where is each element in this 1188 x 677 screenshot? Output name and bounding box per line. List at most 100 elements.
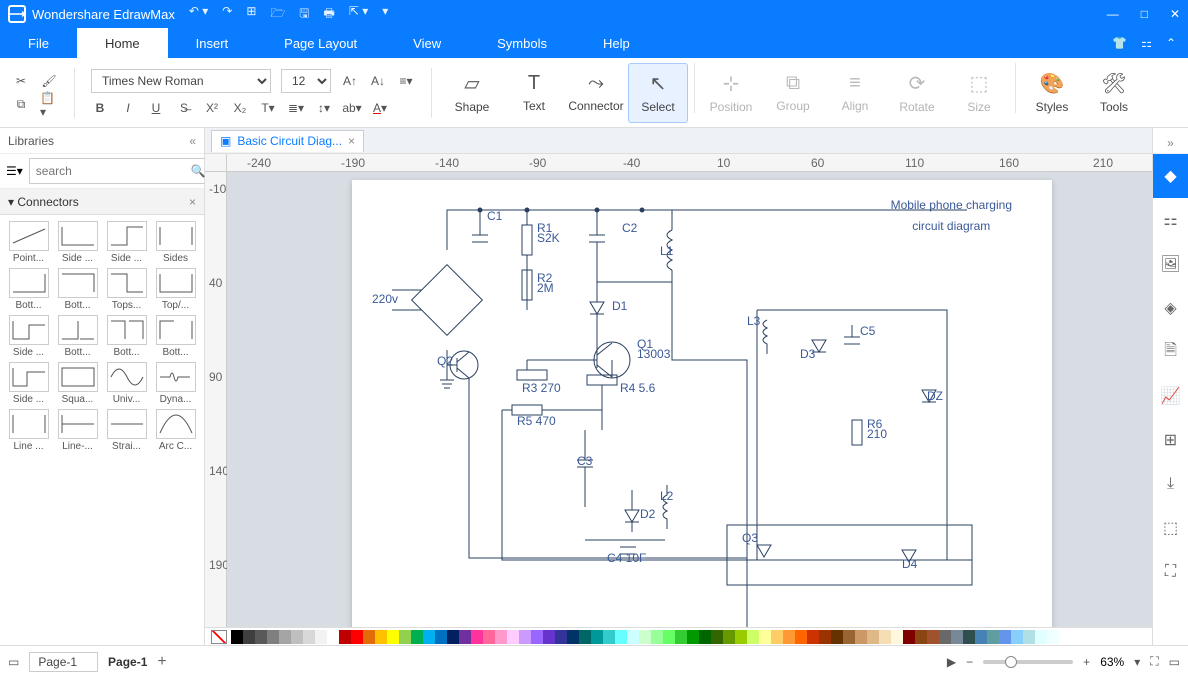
color-swatch[interactable] (807, 630, 819, 644)
menu-home[interactable]: Home (77, 28, 168, 58)
clear-format-icon[interactable]: ab▾ (343, 99, 361, 117)
line-spacing-icon[interactable]: ↕▾ (315, 99, 333, 117)
color-swatch[interactable] (855, 630, 867, 644)
color-swatch[interactable] (831, 630, 843, 644)
theme-icon[interactable]: ◆ (1153, 154, 1188, 198)
color-swatch[interactable] (447, 630, 459, 644)
color-swatch[interactable] (867, 630, 879, 644)
color-swatch[interactable] (339, 630, 351, 644)
zoom-slider[interactable] (983, 660, 1073, 664)
color-swatch[interactable] (279, 630, 291, 644)
color-swatch[interactable] (531, 630, 543, 644)
menu-view[interactable]: View (385, 28, 469, 58)
search-icon[interactable]: 🔍 (191, 164, 206, 178)
shape-item[interactable]: Univ... (104, 362, 149, 405)
canvas[interactable]: Mobile phone chargingcircuit diagram (227, 172, 1152, 627)
undo-icon[interactable]: ↶ ▾ (189, 4, 208, 25)
page-tab[interactable]: Page-1 (108, 655, 147, 669)
open-icon[interactable]: 🗁 (270, 4, 285, 25)
color-swatch[interactable] (423, 630, 435, 644)
color-swatch[interactable] (963, 630, 975, 644)
color-swatch[interactable] (975, 630, 987, 644)
bold-icon[interactable]: B (91, 99, 109, 117)
export2-icon[interactable]: ⤓ (1153, 462, 1188, 506)
shape-item[interactable]: Tops... (104, 268, 149, 311)
layers-icon[interactable]: ◈ (1153, 286, 1188, 330)
close-cat-icon[interactable]: × (189, 195, 196, 209)
color-swatch[interactable] (243, 630, 255, 644)
menu-help[interactable]: Help (575, 28, 658, 58)
color-swatch[interactable] (543, 630, 555, 644)
save-icon[interactable]: 🖫 (299, 4, 309, 25)
shape-item[interactable]: Bott... (6, 268, 51, 311)
color-swatch[interactable] (819, 630, 831, 644)
color-swatch[interactable] (627, 630, 639, 644)
shape-item[interactable]: Squa... (55, 362, 100, 405)
color-swatch[interactable] (519, 630, 531, 644)
redo-icon[interactable]: ↷ (222, 4, 232, 25)
play-icon[interactable]: ▶ (947, 655, 956, 669)
color-swatch[interactable] (459, 630, 471, 644)
color-swatch[interactable] (399, 630, 411, 644)
ribbon-shape-button[interactable]: ▱Shape (442, 63, 502, 123)
color-swatch[interactable] (435, 630, 447, 644)
menu-page-layout[interactable]: Page Layout (256, 28, 385, 58)
collapse-lib-icon[interactable]: « (189, 134, 196, 148)
shape-item[interactable]: Arc C... (153, 409, 198, 452)
color-swatch[interactable] (315, 630, 327, 644)
menu-symbols[interactable]: Symbols (469, 28, 575, 58)
color-swatch[interactable] (675, 630, 687, 644)
grid-icon[interactable]: ⚏ (1153, 198, 1188, 242)
sidebar-icon[interactable]: ⬚ (1153, 506, 1188, 550)
minimize-icon[interactable]: — (1107, 7, 1119, 21)
color-swatch[interactable] (843, 630, 855, 644)
color-swatch[interactable] (579, 630, 591, 644)
menu-file[interactable]: File (0, 28, 77, 58)
color-swatch[interactable] (927, 630, 939, 644)
color-swatch[interactable] (567, 630, 579, 644)
tab-basic-circuit[interactable]: ▣ Basic Circuit Diag... × (211, 130, 364, 152)
export-icon[interactable]: ⇱ ▾ (349, 4, 368, 25)
shape-item[interactable]: Dyna... (153, 362, 198, 405)
color-swatch[interactable] (711, 630, 723, 644)
no-color-swatch[interactable] (211, 630, 227, 644)
ribbon-tools-button[interactable]: 🛠Tools (1084, 63, 1144, 123)
italic-icon[interactable]: I (119, 99, 137, 117)
color-swatch[interactable] (687, 630, 699, 644)
shape-item[interactable]: Bott... (104, 315, 149, 358)
color-swatch[interactable] (939, 630, 951, 644)
color-swatch[interactable] (891, 630, 903, 644)
color-swatch[interactable] (411, 630, 423, 644)
ribbon-styles-button[interactable]: 🎨Styles (1022, 63, 1082, 123)
color-swatch[interactable] (603, 630, 615, 644)
color-swatch[interactable] (555, 630, 567, 644)
print-icon[interactable]: 🖶 (324, 4, 335, 25)
shape-item[interactable]: Bott... (55, 268, 100, 311)
color-swatch[interactable] (783, 630, 795, 644)
maximize-icon[interactable]: □ (1141, 7, 1148, 21)
shape-item[interactable]: Bott... (55, 315, 100, 358)
chart-icon[interactable]: 📈 (1153, 374, 1188, 418)
more-icon[interactable]: ▾ (382, 4, 388, 25)
image-icon[interactable]: 🖼 (1153, 242, 1188, 286)
collapse-ribbon-icon[interactable]: ⌃ (1166, 36, 1176, 50)
color-swatch[interactable] (759, 630, 771, 644)
color-swatch[interactable] (723, 630, 735, 644)
case-icon[interactable]: T▾ (259, 99, 277, 117)
font-size-select[interactable]: 12 (281, 69, 331, 93)
decrease-font-icon[interactable]: A↓ (369, 72, 387, 90)
color-swatch[interactable] (507, 630, 519, 644)
lib-menu-icon[interactable]: ☰▾ (6, 164, 23, 178)
color-swatch[interactable] (915, 630, 927, 644)
format-painter-icon[interactable]: 🖌 (40, 72, 58, 90)
color-swatch[interactable] (795, 630, 807, 644)
color-swatch[interactable] (303, 630, 315, 644)
fit-page-icon[interactable]: ⛶ (1150, 654, 1158, 669)
color-swatch[interactable] (735, 630, 747, 644)
color-swatch[interactable] (495, 630, 507, 644)
color-swatch[interactable] (903, 630, 915, 644)
color-swatch[interactable] (699, 630, 711, 644)
color-swatch[interactable] (363, 630, 375, 644)
color-swatch[interactable] (999, 630, 1011, 644)
table-icon[interactable]: ⊞ (1153, 418, 1188, 462)
